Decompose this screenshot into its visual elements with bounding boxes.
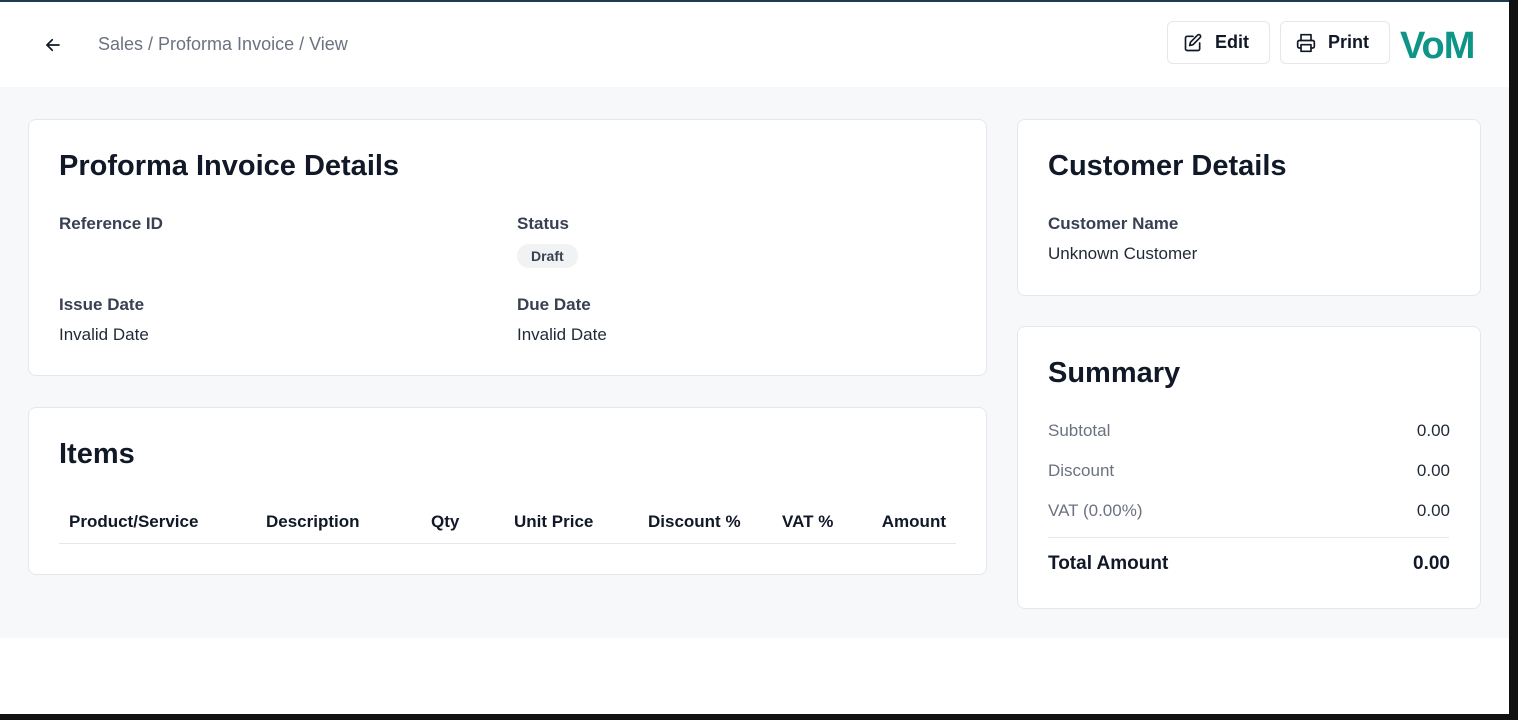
subtotal-label: Subtotal <box>1048 421 1111 440</box>
summary-title: Summary <box>1048 357 1181 389</box>
pencil-square-icon <box>1184 33 1202 51</box>
summary-card: Summary Subtotal 0.00 Discount 0.00 VAT … <box>1017 326 1481 609</box>
customer-name-label: Customer Name <box>1048 214 1179 233</box>
arrow-left-icon <box>46 38 60 52</box>
vat-label: VAT (0.00%) <box>1048 501 1143 520</box>
invoice-details-title: Proforma Invoice Details <box>59 150 400 182</box>
status-label: Status <box>517 214 569 233</box>
discount-value: 0.00 <box>1416 461 1450 480</box>
print-button[interactable]: Print <box>1280 21 1390 64</box>
column-header-discount: Discount % <box>648 512 741 531</box>
table-header-divider <box>59 543 956 544</box>
vom-logo[interactable]: VoM <box>1400 24 1475 68</box>
app-page: Sales / Proforma Invoice / View Edit Pri… <box>0 0 1509 714</box>
due-date-value: Invalid Date <box>517 325 607 344</box>
invoice-details-card: Proforma Invoice Details Reference ID St… <box>28 119 987 376</box>
column-header-qty: Qty <box>431 512 460 531</box>
summary-divider <box>1048 537 1449 538</box>
edit-button[interactable]: Edit <box>1167 21 1270 64</box>
column-header-unit-price: Unit Price <box>514 512 594 531</box>
customer-name-value: Unknown Customer <box>1048 244 1198 263</box>
customer-details-title: Customer Details <box>1048 150 1287 182</box>
discount-label: Discount <box>1048 461 1115 480</box>
reference-id-label: Reference ID <box>59 214 163 233</box>
column-header-amount: Amount <box>881 512 946 531</box>
main-content: Proforma Invoice Details Reference ID St… <box>0 87 1509 638</box>
breadcrumb: Sales / Proforma Invoice / View <box>98 34 348 54</box>
items-title: Items <box>59 438 135 470</box>
status-badge: Draft <box>517 244 578 268</box>
top-bar: Sales / Proforma Invoice / View Edit Pri… <box>0 2 1509 88</box>
column-header-product: Product/Service <box>69 512 199 531</box>
issue-date-label: Issue Date <box>59 295 145 314</box>
customer-details-card: Customer Details Customer Name Unknown C… <box>1017 119 1481 296</box>
edit-button-label: Edit <box>1215 32 1249 52</box>
total-amount-value: 0.00 <box>1413 553 1450 574</box>
vat-value: 0.00 <box>1416 501 1450 520</box>
column-header-description: Description <box>266 512 360 531</box>
total-amount-label: Total Amount <box>1048 553 1169 574</box>
due-date-label: Due Date <box>517 295 591 314</box>
printer-icon <box>1296 33 1316 52</box>
column-header-vat: VAT % <box>782 512 834 531</box>
issue-date-value: Invalid Date <box>59 325 149 344</box>
items-card: Items Product/Service Description Qty Un… <box>28 407 987 575</box>
subtotal-value: 0.00 <box>1416 421 1450 440</box>
back-button[interactable] <box>38 30 68 60</box>
print-button-label: Print <box>1328 32 1370 52</box>
